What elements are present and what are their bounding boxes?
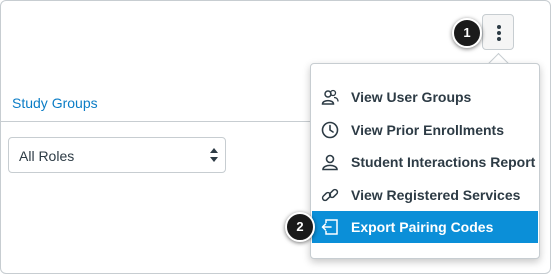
link-icon xyxy=(321,188,339,202)
menu-item-view-prior-enrollments[interactable]: View Prior Enrollments xyxy=(312,114,538,146)
study-groups-link[interactable]: Study Groups xyxy=(12,95,98,111)
menu-item-label: View Registered Services xyxy=(351,187,521,203)
clock-icon xyxy=(321,121,339,139)
kebab-icon xyxy=(497,25,501,29)
options-menu-button[interactable] xyxy=(482,14,514,50)
select-arrows-icon xyxy=(210,148,218,162)
menu-item-student-interactions-report[interactable]: Student Interactions Report xyxy=(312,146,538,178)
export-icon xyxy=(321,219,338,235)
divider xyxy=(1,121,321,122)
options-menu: View User Groups View Prior Enrollments … xyxy=(310,63,540,259)
page-frame: Study Groups All Roles View User Groups xyxy=(0,0,551,274)
roles-select-value: All Roles xyxy=(19,148,75,164)
user-group-icon xyxy=(321,89,339,105)
menu-item-label: View Prior Enrollments xyxy=(351,122,505,138)
menu-item-view-user-groups[interactable]: View User Groups xyxy=(312,81,538,113)
callout-badge-1: 1 xyxy=(452,18,482,48)
kebab-icon-dot xyxy=(497,37,501,41)
menu-item-export-pairing-codes[interactable]: Export Pairing Codes xyxy=(312,211,538,243)
menu-item-view-registered-services[interactable]: View Registered Services xyxy=(312,179,538,211)
menu-item-label: Student Interactions Report xyxy=(351,154,536,170)
kebab-icon-dot xyxy=(497,31,501,35)
user-report-icon xyxy=(322,154,338,171)
menu-item-label: View User Groups xyxy=(351,89,472,105)
roles-select[interactable]: All Roles xyxy=(8,137,226,173)
menu-item-label: Export Pairing Codes xyxy=(351,219,494,235)
callout-badge-2: 2 xyxy=(285,212,315,242)
